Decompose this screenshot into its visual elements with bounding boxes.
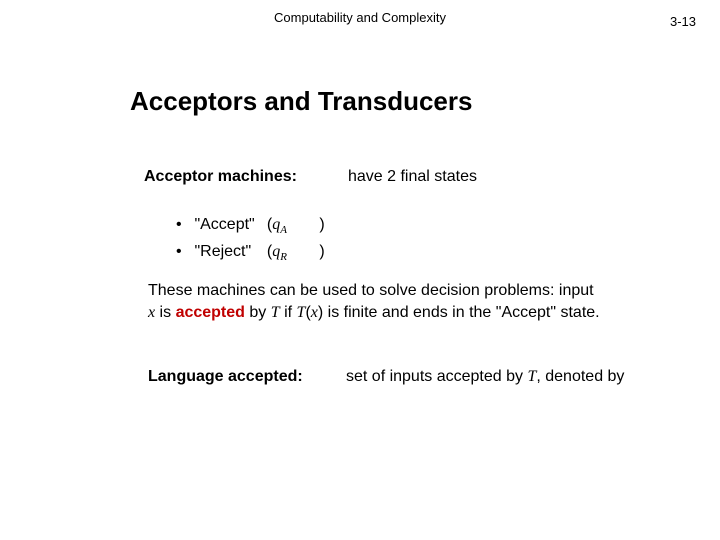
text: , denoted by [536,368,624,385]
course-header: Computability and Complexity [0,10,720,25]
slide-title: Acceptors and Transducers [130,86,472,117]
bullet-list: • "Accept" (qA ) • "Reject" (qR ) [176,214,325,268]
text: set of inputs accepted by [346,368,527,385]
paren-close: ) [291,214,324,236]
acceptor-desc: have 2 final states [348,168,477,186]
language-label: Language accepted: [148,368,303,386]
list-item: • "Reject" (qR ) [176,241,325,268]
text: is finite and ends in the "Accept" state… [323,304,599,321]
page-number: 3-13 [670,14,696,29]
text: by [245,304,271,321]
text: is [155,304,175,321]
text: These machines can be used to solve deci… [148,282,594,299]
list-item: • "Accept" (qA ) [176,214,325,241]
language-desc: set of inputs accepted by T, denoted by [346,368,624,386]
var-T: T [271,304,280,321]
explanation-paragraph: These machines can be used to solve deci… [148,280,600,324]
bullet-icon: • [176,214,190,236]
bullet-icon: • [176,241,190,263]
q-subscript: A [280,224,287,236]
var-x: x [311,304,318,321]
state-name: "Reject" [194,241,262,263]
q-subscript: R [280,251,287,263]
slide: Computability and Complexity 3-13 Accept… [0,0,720,540]
state-name: "Accept" [194,214,262,236]
accepted-word: accepted [176,304,245,321]
acceptor-label: Acceptor machines: [144,168,297,186]
paren-close: ) [291,241,324,263]
text: if [280,304,297,321]
